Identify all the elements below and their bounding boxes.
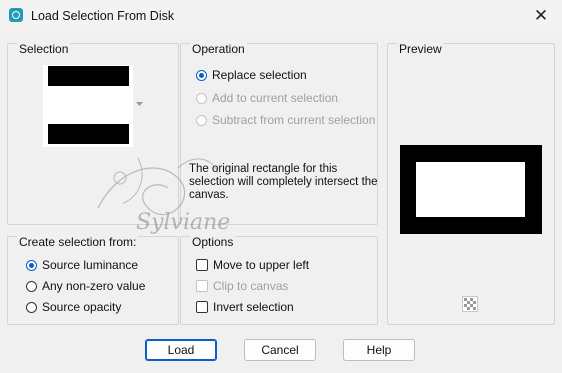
radio-indicator [196,69,207,81]
any-non-zero-value-label: Any non-zero value [42,279,146,293]
create-selection-group-label: Create selection from: [17,235,139,249]
checkbox-indicator [196,280,208,292]
subtract-from-selection-label: Subtract from current selection [212,113,376,127]
radio-indicator [26,301,37,313]
selection-group-label: Selection [17,42,71,56]
clip-to-canvas-label: Clip to canvas [213,279,289,293]
transparency-toggle-button[interactable] [462,296,478,312]
move-to-upper-left-label: Move to upper left [213,258,310,272]
window-title: Load Selection From Disk [31,9,175,23]
load-button[interactable]: Load [145,339,217,361]
replace-selection-radio[interactable]: Replace selection [196,68,307,82]
dropdown-arrow-icon[interactable] [136,102,143,107]
thumbnail-bottom-bar [48,124,129,144]
app-icon [9,8,23,22]
clip-to-canvas-checkbox[interactable]: Clip to canvas [196,279,288,293]
radio-indicator [196,92,207,104]
checkerboard-icon [464,298,476,310]
selection-group: Selection [7,42,179,225]
subtract-from-selection-radio[interactable]: Subtract from current selection [196,113,375,127]
selection-thumbnail[interactable] [43,65,133,147]
preview-white-rect [416,162,525,217]
close-icon: ✕ [533,6,549,25]
checkbox-indicator [196,301,208,313]
add-to-selection-label: Add to current selection [212,91,339,105]
add-to-selection-radio[interactable]: Add to current selection [196,91,338,105]
radio-indicator [26,259,37,271]
operation-group-label: Operation [190,42,247,56]
radio-indicator [196,114,207,126]
invert-selection-checkbox[interactable]: Invert selection [196,300,294,314]
thumbnail-top-bar [48,66,129,86]
intersection-note: The original rectangle for this selectio… [189,163,378,201]
checkbox-indicator [196,259,208,271]
invert-selection-label: Invert selection [213,300,294,314]
move-to-upper-left-checkbox[interactable]: Move to upper left [196,258,309,272]
source-opacity-radio[interactable]: Source opacity [26,300,121,314]
close-button[interactable]: ✕ [528,4,554,28]
source-opacity-label: Source opacity [42,300,122,314]
replace-selection-label: Replace selection [212,68,307,82]
help-button[interactable]: Help [343,339,415,361]
preview-image [400,145,542,234]
radio-indicator [26,280,37,292]
preview-group: Preview [387,42,555,325]
preview-group-label: Preview [397,42,444,56]
title-bar: Load Selection From Disk ✕ [0,0,562,32]
source-luminance-label: Source luminance [42,258,139,272]
options-group-label: Options [190,235,236,249]
cancel-button[interactable]: Cancel [244,339,316,361]
any-non-zero-value-radio[interactable]: Any non-zero value [26,279,145,293]
source-luminance-radio[interactable]: Source luminance [26,258,138,272]
